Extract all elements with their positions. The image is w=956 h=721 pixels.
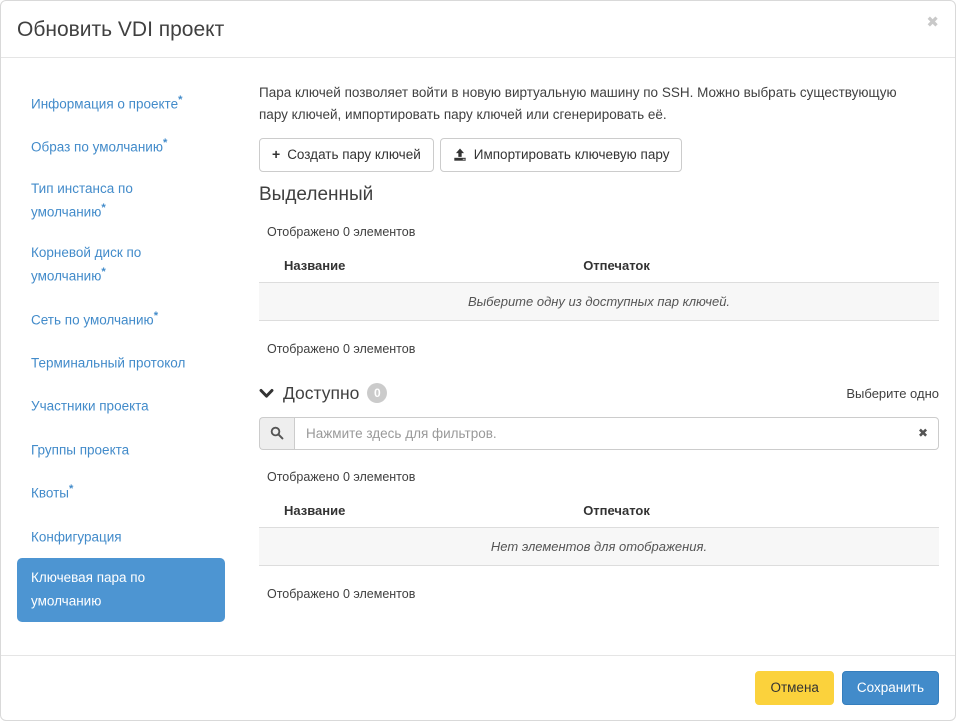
sidebar-item-label: Квоты	[31, 486, 69, 501]
modal-header: Обновить VDI проект ✖	[1, 1, 955, 58]
sidebar-item-project-groups[interactable]: Группы проекта	[17, 428, 225, 471]
modal-body: Информация о проекте* Образ по умолчанию…	[1, 58, 955, 655]
sidebar-item-quotas[interactable]: Квоты*	[17, 471, 225, 514]
sidebar: Информация о проекте* Образ по умолчанию…	[17, 82, 225, 655]
sidebar-item-label: Ключевая пара по умолчанию	[31, 570, 145, 608]
modal-footer: Отмена Сохранить	[1, 655, 955, 720]
create-keypair-label: Создать пару ключей	[287, 146, 421, 165]
required-asterisk: *	[101, 266, 105, 278]
available-section-title: Доступно	[283, 383, 359, 404]
sidebar-item-label: Корневой диск по умолчанию	[31, 245, 141, 283]
cancel-button[interactable]: Отмена	[755, 671, 833, 705]
filter-search: ✖	[259, 417, 939, 450]
create-keypair-button[interactable]: + Создать пару ключей	[259, 138, 434, 172]
sidebar-item-terminal-protocol[interactable]: Терминальный протокол	[17, 341, 225, 384]
column-header-name: Название	[259, 252, 558, 283]
sidebar-item-label: Информация о проекте	[31, 97, 178, 112]
table-header-row: Название Отпечаток	[259, 252, 939, 283]
available-count-top: Отображено 0 элементов	[267, 470, 939, 484]
sidebar-item-root-disk[interactable]: Корневой диск по умолчанию*	[17, 233, 225, 297]
column-header-fingerprint: Отпечаток	[558, 252, 939, 283]
allocated-empty-message: Выберите одну из доступных пар ключей.	[259, 282, 939, 320]
sidebar-item-default-keypair[interactable]: Ключевая пара по умолчанию	[17, 558, 225, 622]
sidebar-item-configuration[interactable]: Конфигурация	[17, 515, 225, 558]
upload-icon	[453, 148, 467, 162]
sidebar-item-label: Образ по умолчанию	[31, 140, 163, 155]
import-keypair-label: Импортировать ключевую пару	[474, 146, 670, 165]
sidebar-item-label: Группы проекта	[31, 442, 129, 457]
table-header-row: Название Отпечаток	[259, 497, 939, 528]
available-count-badge: 0	[367, 383, 387, 403]
filter-input[interactable]	[294, 417, 939, 450]
required-asterisk: *	[154, 310, 158, 322]
chevron-down-icon[interactable]	[259, 386, 274, 401]
column-header-name: Название	[259, 497, 558, 528]
sidebar-item-default-network[interactable]: Сеть по умолчанию*	[17, 298, 225, 341]
required-asterisk: *	[163, 137, 167, 149]
keypair-step-content: Пара ключей позволяет войти в новую вирт…	[259, 82, 939, 655]
save-button[interactable]: Сохранить	[842, 671, 939, 705]
required-asterisk: *	[101, 202, 105, 214]
sidebar-item-label: Участники проекта	[31, 399, 149, 414]
required-asterisk: *	[178, 94, 182, 106]
keypair-actions: + Создать пару ключей Импортировать ключ…	[259, 138, 939, 172]
close-icon[interactable]: ✖	[926, 15, 939, 30]
allocated-count-top: Отображено 0 элементов	[267, 225, 939, 239]
sidebar-item-default-flavor[interactable]: Тип инстанса по умолчанию*	[17, 169, 225, 233]
keypair-description: Пара ключей позволяет войти в новую вирт…	[259, 82, 914, 125]
allocated-count-bottom: Отображено 0 элементов	[267, 342, 939, 356]
available-count-bottom: Отображено 0 элементов	[267, 587, 939, 601]
plus-icon: +	[272, 145, 280, 165]
table-empty-row: Выберите одну из доступных пар ключей.	[259, 282, 939, 320]
sidebar-item-default-image[interactable]: Образ по умолчанию*	[17, 125, 225, 168]
clear-filter-icon[interactable]: ✖	[918, 425, 928, 442]
table-empty-row: Нет элементов для отображения.	[259, 527, 939, 565]
available-empty-message: Нет элементов для отображения.	[259, 527, 939, 565]
search-icon[interactable]	[259, 417, 294, 450]
sidebar-item-project-info[interactable]: Информация о проекте*	[17, 82, 225, 125]
required-asterisk: *	[69, 483, 73, 495]
update-vdi-project-modal: Обновить VDI проект ✖ Информация о проек…	[0, 0, 956, 721]
column-header-fingerprint: Отпечаток	[558, 497, 939, 528]
sidebar-item-project-members[interactable]: Участники проекта	[17, 384, 225, 427]
available-table: Название Отпечаток Нет элементов для ото…	[259, 497, 939, 566]
allocated-section-title: Выделенный	[259, 184, 939, 206]
select-one-hint: Выберите одно	[846, 386, 939, 401]
sidebar-item-label: Терминальный протокол	[31, 355, 185, 370]
sidebar-item-label: Тип инстанса по умолчанию	[31, 181, 133, 219]
modal-title: Обновить VDI проект	[17, 18, 939, 42]
available-section-header: Доступно 0 Выберите одно	[259, 383, 939, 404]
import-keypair-button[interactable]: Импортировать ключевую пару	[440, 138, 683, 172]
sidebar-item-label: Сеть по умолчанию	[31, 312, 154, 327]
sidebar-item-label: Конфигурация	[31, 529, 122, 544]
allocated-table: Название Отпечаток Выберите одну из дост…	[259, 252, 939, 321]
